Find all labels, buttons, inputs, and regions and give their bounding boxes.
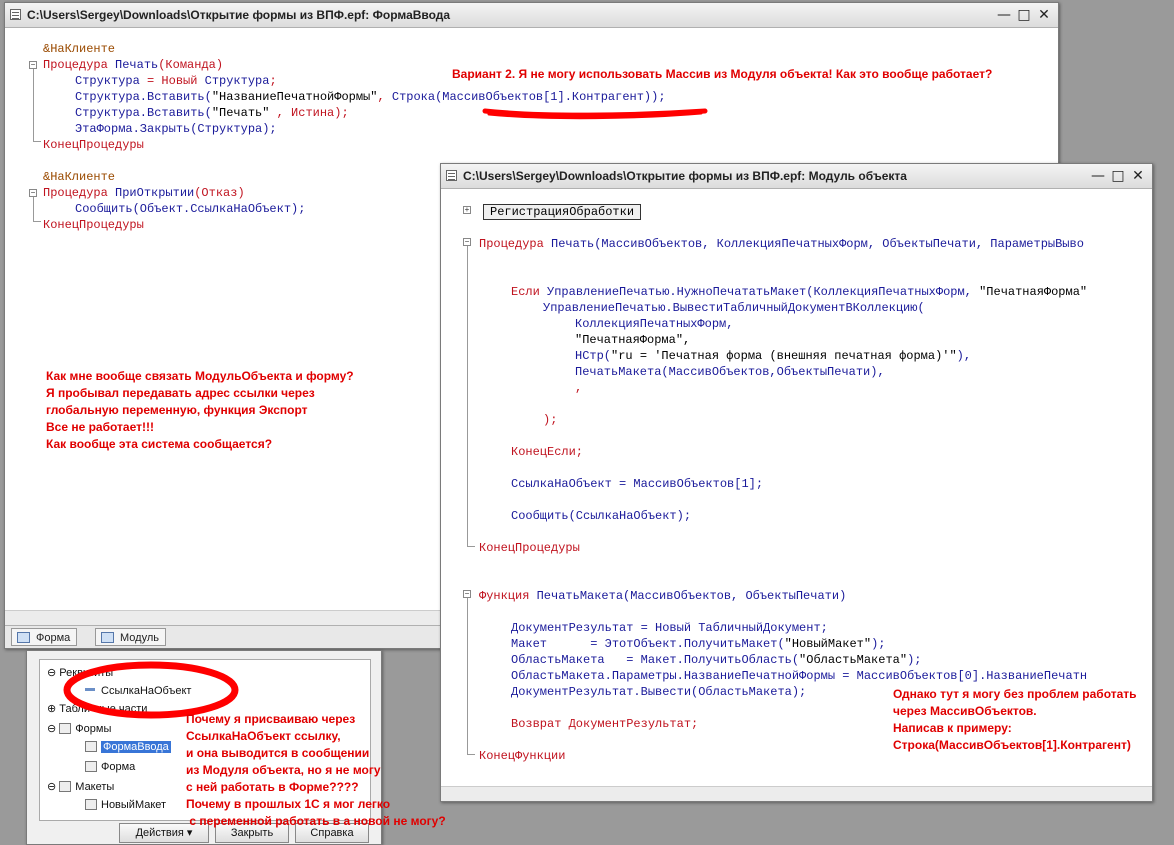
code-line: ДокументРезультат = Новый ТабличныйДокум… (511, 621, 828, 635)
code-line: КонецЕсли; (511, 445, 584, 459)
close-icon[interactable]: ✕ (1128, 166, 1148, 186)
annotation-variant-2: Вариант 2. Я не могу использовать Массив… (452, 67, 993, 81)
horizontal-scrollbar[interactable] (441, 786, 1152, 801)
code-line: КонецПроцедуры (43, 138, 144, 152)
code-line: ЭтаФорма.Закрыть(Структура); (75, 122, 277, 136)
tree-node-formavvoda[interactable]: ФормаВвода (85, 739, 171, 755)
code-line: &НаКлиенте (43, 170, 116, 184)
module-window-icon (10, 9, 21, 20)
minimize-icon[interactable]: — (1088, 166, 1108, 186)
code-line: Сообщить(СсылкаНаОбъект); (511, 509, 692, 523)
code-line: , (575, 381, 583, 395)
code-line: УправлениеПечатью.ВывестиТабличныйДокуме… (543, 301, 925, 315)
code-line: КоллекцияПечатныхФорм, (575, 317, 734, 331)
tab-module[interactable]: Модуль (95, 628, 166, 646)
code-line: Процедура Печать(Команда) (43, 58, 224, 72)
code-line: Функция ПечатьМакета(МассивОбъектов, Объ… (479, 589, 847, 603)
fold-toggle-icon[interactable]: − (463, 238, 471, 246)
annotation-why-assign: Почему я присваиваю через СсылкаНаОбъект… (186, 712, 446, 828)
code-line: Сообщить(Объект.СсылкаНаОбъект); (75, 202, 306, 216)
module-window-icon (446, 170, 457, 181)
fold-toggle-icon[interactable]: − (29, 61, 37, 69)
form-window-titlebar[interactable]: C:\Users\Sergey\Downloads\Открытие формы… (5, 3, 1058, 28)
code-line: Структура = Новый Структура; (75, 74, 277, 88)
fold-toggle-icon[interactable]: − (29, 189, 37, 197)
maximize-icon[interactable]: □ (1108, 166, 1128, 186)
fold-line (467, 598, 468, 754)
code-line: ПечатьМакета(МассивОбъектов,ОбъектыПечат… (575, 365, 885, 379)
fold-line (33, 221, 41, 222)
code-line: ОбластьМакета.Параметры.НазваниеПечатной… (511, 669, 1088, 683)
code-line: ДокументРезультат.Вывести(ОбластьМакета)… (511, 685, 807, 699)
template-icon (85, 799, 97, 810)
fold-line (33, 141, 41, 142)
code-line: КонецПроцедуры (43, 218, 144, 232)
expand-region-icon[interactable]: + (463, 206, 471, 214)
code-line: Возврат ДокументРезультат; (511, 717, 699, 731)
tree-node-forms[interactable]: ⊖ Формы (47, 721, 111, 737)
tree-node-forma[interactable]: Форма (85, 759, 135, 775)
code-line: КонецФункции (479, 749, 566, 763)
code-line: КонецПроцедуры (479, 541, 580, 555)
fold-line (467, 754, 475, 755)
fold-line (33, 197, 34, 221)
collapse-icon[interactable]: ⊖ (47, 723, 59, 735)
module-window-titlebar[interactable]: C:\Users\Sergey\Downloads\Открытие формы… (441, 164, 1152, 189)
fold-line (467, 246, 468, 546)
fold-line (33, 69, 34, 141)
minimize-icon[interactable]: — (994, 5, 1014, 25)
code-line: СсылкаНаОбъект = МассивОбъектов[1]; (511, 477, 764, 491)
module-window-title: C:\Users\Sergey\Downloads\Открытие формы… (463, 169, 907, 183)
annotation-but-here-works: Однако тут я могу без проблем работать ч… (893, 687, 1137, 752)
code-line: Процедура ПриОткрытии(Отказ) (43, 186, 245, 200)
tree-node-templates[interactable]: ⊖ Макеты (47, 779, 114, 795)
form-module-code[interactable]: &НаКлиенте Процедура Печать(Команда) Стр… (43, 41, 666, 249)
templates-icon (59, 781, 72, 792)
region-registration[interactable]: РегистрацияОбработки (483, 204, 642, 220)
code-line: ОбластьМакета = Макет.ПолучитьОбласть("О… (511, 653, 922, 667)
tab-form[interactable]: Форма (11, 628, 78, 646)
module-icon (101, 632, 114, 643)
object-module-code[interactable]: РегистрацияОбработки Процедура Печать(Ма… (479, 204, 1087, 763)
code-line: "ПечатнаяФорма", (575, 333, 691, 347)
maximize-icon[interactable]: □ (1014, 5, 1034, 25)
red-underline-scribble (482, 108, 708, 120)
close-icon[interactable]: ✕ (1034, 5, 1054, 25)
annotation-how-to-link: Как мне вообще связать МодульОбъекта и ф… (46, 369, 354, 451)
code-line: Структура.Вставить("Печать" , Истина); (75, 106, 349, 120)
fold-toggle-icon[interactable]: − (463, 590, 471, 598)
code-line: ); (543, 413, 558, 427)
code-line: НСтр("ru = 'Печатная форма (внешняя печа… (575, 349, 972, 363)
code-line: Если УправлениеПечатью.НужноПечататьМаке… (511, 285, 1088, 299)
collapse-icon[interactable]: ⊖ (47, 667, 59, 679)
forms-icon (59, 723, 72, 734)
code-line: Макет = ЭтотОбъект.ПолучитьМакет("НовыйМ… (511, 637, 886, 651)
code-line: &НаКлиенте (43, 42, 116, 56)
form-icon (17, 632, 30, 643)
code-line: Процедура Печать(МассивОбъектов, Коллекц… (479, 237, 1084, 251)
form-icon (85, 761, 97, 772)
form-window-title: C:\Users\Sergey\Downloads\Открытие формы… (27, 8, 451, 22)
expand-icon[interactable]: ⊕ (47, 703, 59, 715)
fold-line (467, 546, 475, 547)
tree-node-novmaket[interactable]: НовыйМакет (85, 797, 166, 813)
collapse-icon[interactable]: ⊖ (47, 781, 59, 793)
form-icon (85, 741, 97, 752)
